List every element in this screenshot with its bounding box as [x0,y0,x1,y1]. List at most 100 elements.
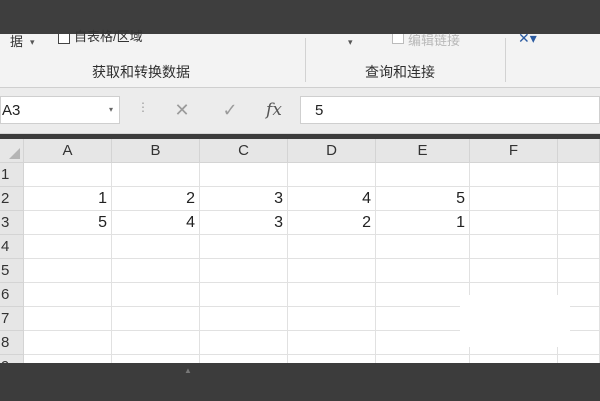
cell-c3[interactable]: 3 [200,211,288,235]
cell-f2[interactable] [470,187,558,211]
cell-e4[interactable] [376,235,470,259]
row-header-8[interactable]: 8 [0,331,24,355]
row-header-2[interactable]: 2 [0,187,24,211]
cell-e7[interactable] [376,307,470,331]
spreadsheet-grid: ABCDEF1212345354321456789 [0,139,600,363]
name-box[interactable]: A3 ▾ [0,96,120,124]
cell-a4[interactable] [24,235,112,259]
cell-b6[interactable] [112,283,200,307]
cell-filler[interactable] [558,163,600,187]
cell-b4[interactable] [112,235,200,259]
cell-d5[interactable] [288,259,376,283]
cell-c8[interactable] [200,331,288,355]
cell-c7[interactable] [200,307,288,331]
cell-filler[interactable] [558,187,600,211]
cell-e8[interactable] [376,331,470,355]
cell-filler[interactable] [558,211,600,235]
formula-value: 5 [315,102,324,119]
cell-d9[interactable] [288,355,376,363]
cell-b1[interactable] [112,163,200,187]
row-header-5[interactable]: 5 [0,259,24,283]
cell-e9[interactable] [376,355,470,363]
row-header-7[interactable]: 7 [0,307,24,331]
status-area [0,363,600,401]
cell-d6[interactable] [288,283,376,307]
cell-f5[interactable] [470,259,558,283]
link-icon [392,34,404,44]
cell-c4[interactable] [200,235,288,259]
cell-filler[interactable] [558,355,600,363]
cell-f9[interactable] [470,355,558,363]
cell-d8[interactable] [288,331,376,355]
cell-b9[interactable] [112,355,200,363]
get-data-button-label[interactable]: 据 [10,31,23,50]
cell-filler[interactable] [558,235,600,259]
cell-b8[interactable] [112,331,200,355]
more-options-icon[interactable]: ⋮ [137,100,149,114]
row-header-3[interactable]: 3 [0,211,24,235]
from-table-button-label[interactable]: 自表格/区域 [74,26,143,45]
row-header-4[interactable]: 4 [0,235,24,259]
column-header-filler [558,139,600,163]
cell-f1[interactable] [470,163,558,187]
glare-patch [460,295,570,347]
cell-a5[interactable] [24,259,112,283]
cell-e3[interactable]: 1 [376,211,470,235]
group-label-queries-connections: 查询和连接 [365,64,435,80]
enter-icon[interactable]: ✓ [210,96,250,124]
insert-function-button[interactable]: fx [254,96,294,124]
cell-d4[interactable] [288,235,376,259]
cell-c5[interactable] [200,259,288,283]
cell-c2[interactable]: 3 [200,187,288,211]
clear-filter-icon[interactable]: ✕▾ [518,30,537,47]
row-header-6[interactable]: 6 [0,283,24,307]
cell-a2[interactable]: 1 [24,187,112,211]
cell-a8[interactable] [24,331,112,355]
cell-b5[interactable] [112,259,200,283]
column-header-c[interactable]: C [200,139,288,163]
cell-c1[interactable] [200,163,288,187]
row-header-9[interactable]: 9 [0,355,24,363]
cell-a6[interactable] [24,283,112,307]
cell-a3[interactable]: 5 [24,211,112,235]
cell-e5[interactable] [376,259,470,283]
name-box-value: A3 [2,102,21,119]
select-all-button[interactable] [0,139,24,163]
cell-e1[interactable] [376,163,470,187]
excel-window: 据 ▾ 自表格/区域 ▾ 编辑链接 ✕▾ 获取和转换数据 查询和连接 A3 ▾ … [0,0,600,401]
column-header-f[interactable]: F [470,139,558,163]
cell-d3[interactable]: 2 [288,211,376,235]
scroll-indicator-icon: ▲ [184,366,192,375]
cell-a7[interactable] [24,307,112,331]
cell-e6[interactable] [376,283,470,307]
cell-d7[interactable] [288,307,376,331]
edit-links-button-label[interactable]: 编辑链接 [408,30,460,49]
column-header-b[interactable]: B [112,139,200,163]
row-header-1[interactable]: 1 [0,163,24,187]
group-divider [505,38,506,82]
cell-f3[interactable] [470,211,558,235]
cell-b2[interactable]: 2 [112,187,200,211]
cell-f4[interactable] [470,235,558,259]
cell-b3[interactable]: 4 [112,211,200,235]
group-divider [305,38,306,82]
table-icon [58,34,70,44]
cell-a1[interactable] [24,163,112,187]
formula-input[interactable]: 5 [300,96,600,124]
chevron-down-icon[interactable]: ▾ [109,105,113,114]
cell-b7[interactable] [112,307,200,331]
column-header-e[interactable]: E [376,139,470,163]
chevron-down-icon[interactable]: ▾ [30,37,35,48]
cell-a9[interactable] [24,355,112,363]
cell-d2[interactable]: 4 [288,187,376,211]
cancel-icon[interactable]: ✕ [162,96,202,124]
cell-d1[interactable] [288,163,376,187]
ribbon: 据 ▾ 自表格/区域 ▾ 编辑链接 ✕▾ 获取和转换数据 查询和连接 [0,29,600,88]
cell-e2[interactable]: 5 [376,187,470,211]
chevron-down-icon[interactable]: ▾ [348,37,353,48]
cell-c6[interactable] [200,283,288,307]
cell-filler[interactable] [558,259,600,283]
cell-c9[interactable] [200,355,288,363]
column-header-a[interactable]: A [24,139,112,163]
column-header-d[interactable]: D [288,139,376,163]
